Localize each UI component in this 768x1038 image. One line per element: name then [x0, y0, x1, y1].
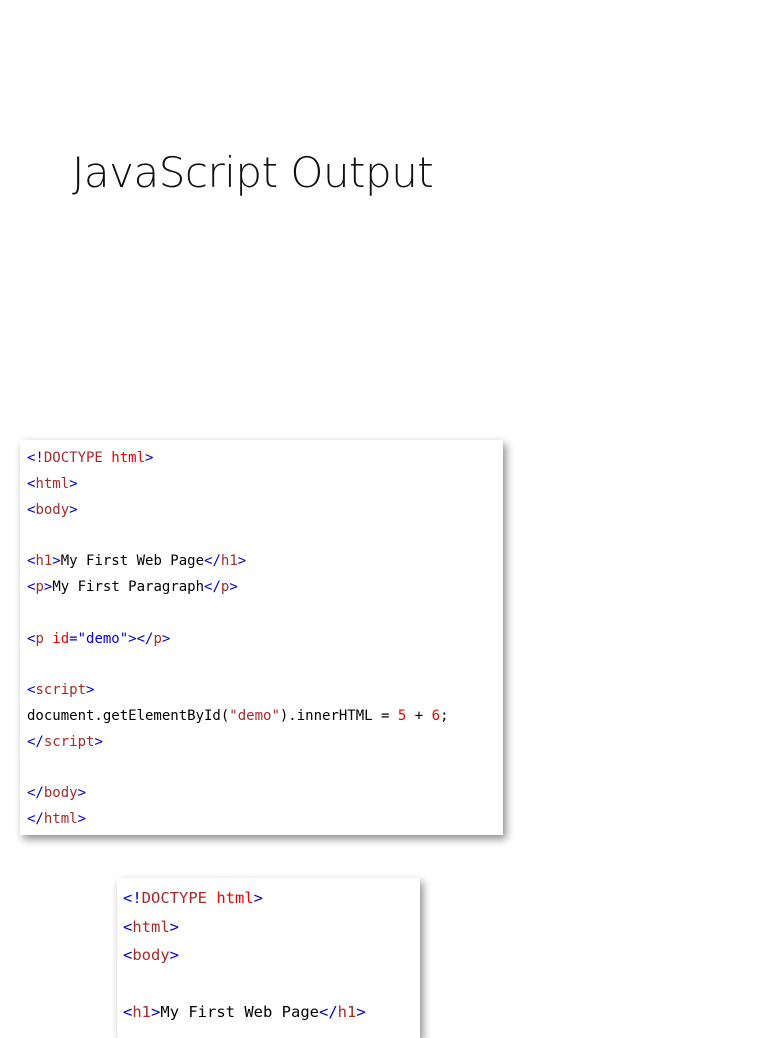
code-token: h1: [35, 553, 53, 570]
code-token: h1: [132, 1003, 152, 1021]
code-line: <body>: [123, 941, 420, 970]
code-token: ;: [440, 707, 449, 724]
code-line: </body>: [27, 781, 503, 807]
code-line: <h1>My First Web Page</h1>: [123, 998, 420, 1027]
code-line: <html>: [123, 913, 420, 942]
code-token: p: [153, 630, 162, 647]
code-line: <!DOCTYPE html>: [123, 884, 420, 913]
code-token: >: [161, 630, 171, 647]
code-line: <p id="demo"></p>: [27, 627, 503, 653]
code-token: >: [94, 733, 103, 750]
code-token: <!: [123, 889, 142, 907]
code-token: <: [123, 1003, 133, 1021]
code-token: >: [237, 553, 247, 570]
code-token: >: [69, 475, 78, 492]
code-token: ></: [128, 630, 154, 647]
code-line: </html>: [27, 807, 503, 833]
code-token: >: [229, 578, 238, 595]
code-token: >: [77, 785, 87, 802]
code-token: +: [406, 707, 432, 724]
code-token: >: [169, 917, 180, 936]
code-token: </: [319, 1003, 338, 1021]
code-token: document.getElementById(: [27, 707, 230, 724]
code-token: >: [253, 889, 263, 907]
code-token: >: [77, 811, 87, 828]
code-line: <script>: [27, 678, 503, 704]
code-token: p: [35, 630, 53, 647]
code-token: h1: [220, 553, 238, 570]
code-token: >: [145, 450, 154, 466]
code-line: <!DOCTYPE html>: [27, 446, 503, 472]
code-line: <p>My First Paragraph</p>: [27, 575, 503, 601]
code-token: >: [169, 946, 180, 964]
code-token: >: [69, 501, 78, 518]
code-token: <: [123, 917, 133, 936]
code-token: html: [35, 475, 70, 492]
code-line: </script>: [27, 730, 503, 756]
code-line: <body>: [27, 498, 503, 524]
code-token: "demo": [229, 707, 280, 724]
code-token: >: [151, 1003, 161, 1021]
code-token: html: [216, 889, 254, 907]
code-token: body: [43, 785, 78, 802]
code-token: script: [35, 682, 87, 699]
code-token: </: [204, 553, 221, 570]
code-token: 6: [431, 707, 441, 724]
code-token: <: [123, 946, 133, 964]
code-line: document.getElementById("demo").innerHTM…: [27, 704, 503, 730]
code-token: </: [27, 785, 44, 802]
code-token: script: [43, 733, 95, 750]
code-token: h1: [337, 1003, 357, 1021]
code-token: >: [356, 1003, 366, 1021]
code-line: <h1>My First Web Page</h1>: [27, 549, 503, 575]
code-token: <!: [27, 450, 44, 466]
code-line: <html>: [27, 472, 503, 498]
code-token: html: [132, 917, 170, 936]
code-token: My First Web Page: [160, 1003, 319, 1021]
code-token: html: [111, 450, 146, 466]
code-token: html: [43, 811, 78, 828]
code-token: "demo": [77, 630, 129, 647]
code-token: DOCTYPE: [141, 889, 217, 907]
code-token: body: [35, 501, 70, 518]
code-token: DOCTYPE: [43, 450, 112, 466]
code-token: ).innerHTML =: [279, 707, 398, 724]
code-token: >: [86, 682, 95, 699]
slide-title: JavaScript Output: [72, 148, 434, 197]
code-token: </: [27, 733, 44, 750]
code-token: p: [35, 578, 44, 595]
code-token: My First Web Page: [60, 553, 205, 570]
code-token: id: [52, 630, 70, 647]
code-token: </: [204, 578, 221, 595]
code-token: >: [52, 553, 61, 570]
code-token: =: [69, 630, 78, 647]
code-example-partial: <!DOCTYPE html> <html> <body> <h1>My First…: [117, 878, 420, 1038]
code-token: My First Paragraph: [52, 578, 205, 595]
code-token: body: [132, 946, 170, 964]
code-example-full: <!DOCTYPE html> <html> <body> <h1>My First…: [20, 440, 503, 835]
code-token: </: [27, 811, 44, 828]
